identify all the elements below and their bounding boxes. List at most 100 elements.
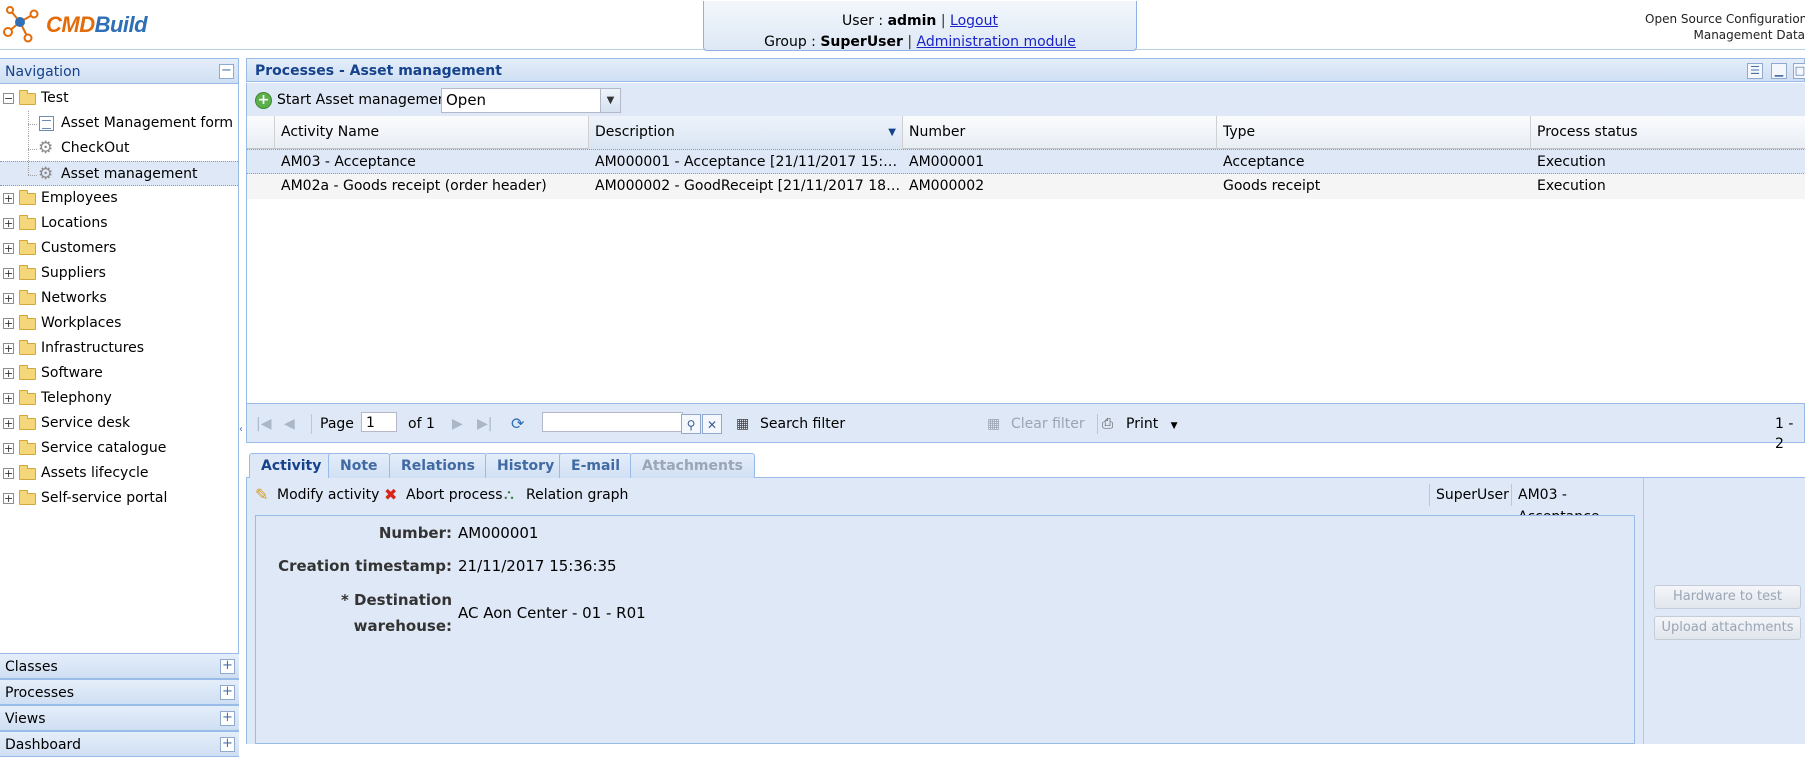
accordion-classes[interactable]: Classes + [0,653,239,679]
tree-item-suppliers[interactable]: + Suppliers [0,261,238,286]
column-header-number[interactable]: Number [903,116,1217,149]
pencil-icon: ✎ [255,485,269,504]
expand-icon[interactable]: + [220,659,235,674]
column-header-type[interactable]: Type [1217,116,1531,149]
tree-item-service-catalogue[interactable]: + Service catalogue [0,436,238,461]
process-status-select[interactable]: Open ▼ [441,88,621,113]
tab-history[interactable]: History [485,453,567,479]
tree-item-test[interactable]: − Test [0,86,238,111]
product-description: Open Source Configuration Management Dat… [1645,11,1805,43]
tree-item-service-desk[interactable]: + Service desk [0,411,238,436]
tree-item-assets-lifecycle[interactable]: + Assets lifecycle [0,461,238,486]
first-page-icon[interactable]: |◀ [256,414,271,434]
column-header-activity-name[interactable]: Activity Name [275,116,589,149]
upload-attachments-button[interactable]: Upload attachments [1654,616,1801,640]
collapse-left-panel-handle[interactable]: ‹ [239,410,246,450]
tab-activity[interactable]: Activity [249,453,334,480]
tree-item-locations[interactable]: + Locations [0,211,238,236]
modify-activity-button[interactable]: ✎ Modify activity [255,484,379,506]
expand-icon[interactable]: + [3,493,14,504]
tree-guide-line [28,175,37,176]
tree-item-customers[interactable]: + Customers [0,236,238,261]
last-page-icon[interactable]: ▶| [477,414,492,434]
tab-email[interactable]: E-mail [559,453,633,479]
process-panel-title: Processes - Asset management [255,63,502,79]
administration-module-link[interactable]: Administration module [917,34,1076,50]
column-header-description[interactable]: Description ▼ [589,116,903,149]
tree-item-telephony[interactable]: + Telephony [0,386,238,411]
expand-icon[interactable]: + [220,711,235,726]
minimize-icon[interactable]: ▁ [1771,63,1787,79]
destination-warehouse-value: AC Aon Center - 01 - R01 [458,604,646,622]
tree-item-self-service-portal[interactable]: + Self-service portal [0,486,238,511]
next-page-icon[interactable]: ▶ [452,414,463,434]
tab-attachments[interactable]: Attachments [630,453,756,479]
tree-item-asset-management[interactable]: ⚙ Asset management [0,161,238,186]
tree-item-software[interactable]: + Software [0,361,238,386]
expand-icon[interactable]: + [220,737,235,752]
logo-text-build: Build [94,12,148,37]
collapse-navigation-button[interactable]: − [219,64,234,79]
expand-icon[interactable]: + [3,343,14,354]
product-line-1: Open Source Configuration [1645,12,1805,26]
tree-item-checkout[interactable]: ⚙ CheckOut [0,136,238,161]
search-icon[interactable]: ⚲ [681,414,701,434]
start-process-button[interactable]: + Start Asset management [255,89,452,111]
previous-page-icon[interactable]: ◀ [284,414,295,434]
expand-icon[interactable]: + [3,468,14,479]
accordion-views[interactable]: Views + [0,705,239,731]
cell-description: AM000001 - Acceptance [21/11/2017 15:36:… [595,154,903,170]
collapse-icon[interactable]: − [3,93,14,104]
expand-icon[interactable]: + [3,193,14,204]
list-view-icon[interactable]: ☰ [1747,63,1763,79]
process-status-value: Open [446,91,487,109]
printer-icon: ⎙ [1102,416,1114,432]
expand-icon[interactable]: + [3,368,14,379]
tree-item-employees[interactable]: + Employees [0,186,238,211]
abort-process-button[interactable]: ✖ Abort process [384,484,503,506]
accordion-label: Classes [5,659,58,675]
expand-icon[interactable]: + [3,443,14,454]
tree-item-workplaces[interactable]: + Workplaces [0,311,238,336]
tree-item-networks[interactable]: + Networks [0,286,238,311]
folder-icon [19,215,36,230]
maximize-icon[interactable]: □ [1793,63,1805,79]
accordion-dashboard[interactable]: Dashboard + [0,731,239,757]
tree-guide-line [28,149,37,150]
expand-icon[interactable]: + [3,418,14,429]
relation-graph-button[interactable]: ⛬ Relation graph [504,484,628,506]
clear-search-icon[interactable]: ✕ [702,414,722,434]
expand-icon[interactable]: + [3,293,14,304]
accordion-processes[interactable]: Processes + [0,679,239,705]
expand-icon[interactable]: + [3,318,14,329]
expand-icon[interactable]: + [3,243,14,254]
folder-icon [19,90,36,105]
table-row[interactable]: AM02a - Goods receipt (order header) AM0… [247,174,1805,199]
tree-item-asset-management-form[interactable]: Asset Management form [0,111,238,136]
chevron-down-icon[interactable]: ▼ [600,89,620,112]
tab-note[interactable]: Note [328,453,390,479]
folder-icon [19,240,36,255]
clear-filter-button[interactable]: ▦ Clear filter [987,414,1085,434]
tree-item-infrastructures[interactable]: + Infrastructures [0,336,238,361]
expand-icon[interactable]: + [3,268,14,279]
column-header-process-status[interactable]: Process status [1531,116,1805,149]
tree-item-label: Test [41,90,69,106]
search-filter-button[interactable]: ▦ Search filter [736,414,845,434]
paging-range-label: 1 - 2 [1775,416,1794,452]
hardware-to-test-button[interactable]: Hardware to test [1654,585,1801,609]
table-row[interactable]: AM03 - Acceptance AM000001 - Acceptance … [247,149,1805,174]
expand-icon[interactable]: + [3,393,14,404]
print-button[interactable]: ⎙ Print ▼ [1097,414,1178,434]
quick-search-input[interactable] [542,412,683,432]
page-number-input[interactable]: 1 [361,412,397,432]
tree-item-label: Service desk [41,415,131,431]
logout-link[interactable]: Logout [950,13,998,29]
refresh-icon[interactable]: ⟳ [511,414,524,434]
tab-relations[interactable]: Relations [389,453,487,479]
expand-icon[interactable]: + [220,685,235,700]
creation-timestamp-value: 21/11/2017 15:36:35 [458,557,617,575]
expand-icon[interactable]: + [3,218,14,229]
accordion-label: Processes [5,685,75,701]
column-menu-icon[interactable]: ▼ [888,116,896,149]
